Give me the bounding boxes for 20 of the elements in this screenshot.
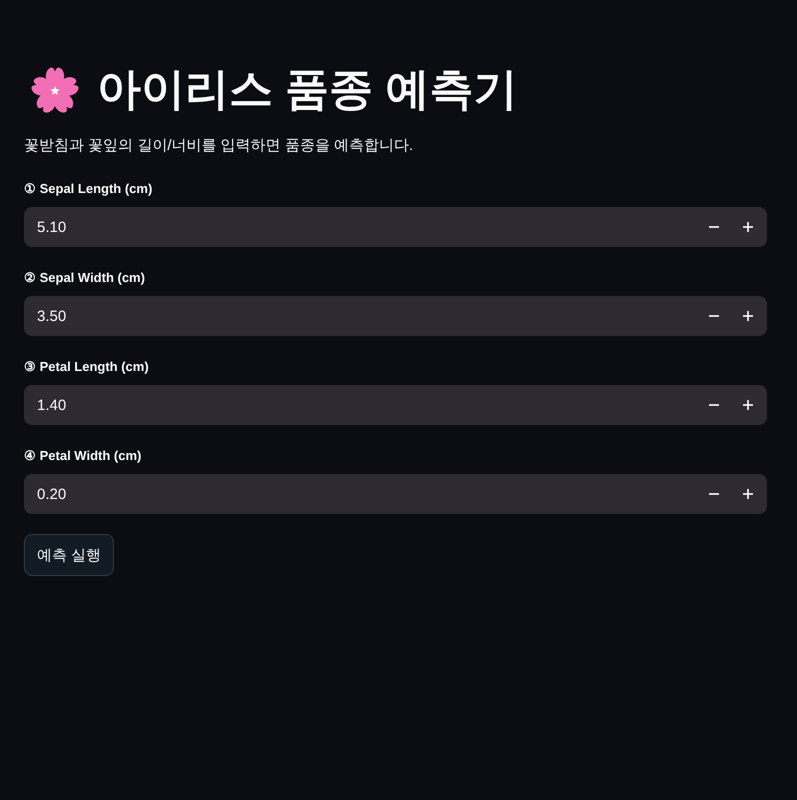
plus-icon (743, 489, 753, 499)
predict-button[interactable]: 예측 실행 (24, 534, 114, 576)
number-input[interactable]: 3.50 (24, 296, 767, 336)
input-value: 1.40 (37, 396, 68, 414)
number-input[interactable]: 0.20 (24, 474, 767, 514)
description-text: 꽃받침과 꽃잎의 길이/너비를 입력하면 품종을 예측합니다. (24, 136, 414, 156)
input-value: 3.50 (37, 308, 68, 324)
number-input[interactable]: 1.40 (24, 385, 767, 425)
plus-icon (743, 222, 753, 232)
number-input[interactable]: 5.10 (24, 207, 767, 247)
field-label: ④ Petal Width (cm) (24, 447, 142, 465)
plus-icon (743, 311, 753, 321)
field-label: ① Sepal Length (cm) (24, 180, 154, 198)
cherry-blossom-icon (30, 65, 80, 115)
field-label: ③ Petal Length (cm) (24, 358, 150, 376)
input-value: 0.20 (37, 486, 68, 502)
field-label: ② Sepal Width (cm) (24, 269, 146, 287)
page-title: 아이리스 품종 예측기 (97, 64, 518, 116)
plus-icon (743, 400, 753, 410)
input-value: 5.10 (37, 218, 68, 236)
